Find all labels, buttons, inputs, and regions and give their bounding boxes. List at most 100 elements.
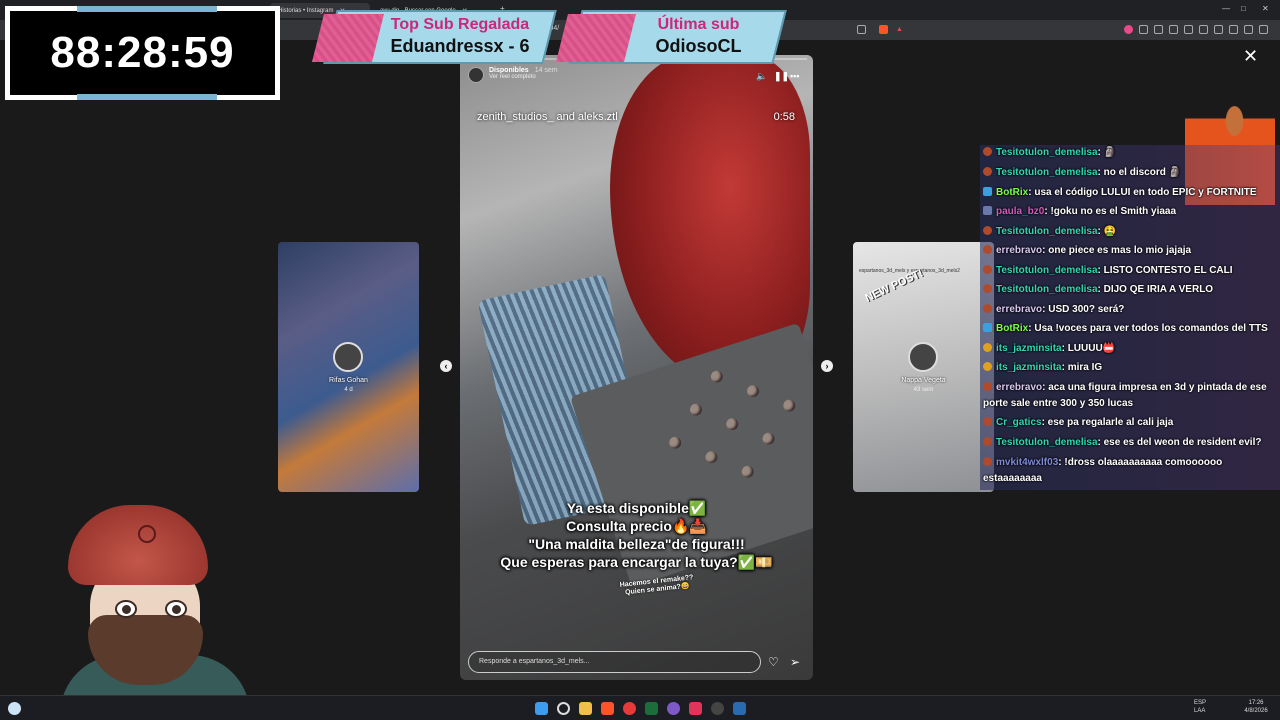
media-icon[interactable] (623, 702, 636, 715)
avatar-eye (115, 600, 137, 618)
file-explorer-icon[interactable] (579, 702, 592, 715)
chat-username[interactable]: paula_bz0 (996, 206, 1044, 217)
story-username: Rifas Gohan (329, 377, 368, 384)
weather-icon[interactable] (8, 702, 21, 715)
rivet (703, 449, 720, 465)
start-icon[interactable] (535, 702, 548, 715)
sidebar-icon[interactable] (1169, 25, 1178, 34)
chat-username[interactable]: Tesitotulon_demelisa (996, 437, 1098, 448)
language[interactable]: ESP (1194, 700, 1206, 706)
minimize-button[interactable]: — (1222, 4, 1230, 13)
reel-title: zenith_studios_ and aleks.ztl (477, 111, 618, 123)
story-avatar (333, 342, 363, 372)
download-icon[interactable] (1214, 25, 1223, 34)
next-story-preview[interactable]: espartanos_3d_mels y espartanos_3d_mels2… (853, 242, 994, 492)
chat-username[interactable]: Cr_gatics (996, 417, 1042, 428)
chat-username[interactable]: errebravo (996, 304, 1042, 315)
story-header: Disponibles 14 sem Ver reel completo (468, 67, 558, 83)
chat-username[interactable]: Tesitotulon_demelisa (996, 284, 1098, 295)
send-icon[interactable]: ➢ (790, 655, 800, 669)
obs-icon[interactable] (711, 702, 724, 715)
user-badge-icon (983, 167, 992, 176)
heart-icon[interactable]: ♡ (768, 655, 779, 669)
avatar-hat (68, 505, 208, 585)
app-icon[interactable] (689, 702, 702, 715)
avatar-eye (165, 600, 187, 618)
story-time: 14 sem (534, 67, 558, 74)
mod-badge-icon (983, 323, 992, 332)
steam-icon[interactable] (733, 702, 746, 715)
rivet (740, 464, 756, 480)
chat-icon[interactable] (1139, 25, 1148, 34)
extension-icon[interactable] (1124, 25, 1133, 34)
user-badge-icon (983, 147, 992, 156)
user-badge-icon (983, 284, 992, 293)
chat-text: : ese pa regalarle al cali jaja (1041, 417, 1174, 428)
sub-badge-icon (983, 206, 992, 215)
user-badge-icon (983, 245, 992, 254)
warning-icon[interactable]: ▲ (896, 26, 903, 33)
chat-message: Tesitotulon_demelisa: DIJO QE IRIA A VER… (983, 282, 1279, 298)
user-badge-icon (983, 382, 992, 391)
region[interactable]: LAA (1194, 708, 1205, 714)
close-window-button[interactable]: ✕ (1262, 4, 1269, 13)
chat-username[interactable]: errebravo (996, 245, 1042, 256)
chevron-left-icon[interactable]: ‹ (440, 360, 452, 372)
chat-username[interactable]: Tesitotulon_demelisa (996, 147, 1098, 158)
last-sub-title: Última sub (657, 16, 740, 33)
chat-username[interactable]: mvkit4wxlf03 (996, 457, 1058, 468)
clock-time[interactable]: 17:26 (1238, 700, 1274, 706)
chat-text: : LISTO CONTESTO EL CALI (1097, 265, 1233, 276)
rivet (724, 416, 740, 432)
top-sub-title: Top Sub Regalada (390, 16, 530, 33)
vip-badge-icon (983, 362, 992, 371)
menu-icon[interactable] (1259, 25, 1268, 34)
more-icon[interactable]: ••• (790, 71, 799, 81)
chat-text: : 🗿 (1097, 147, 1117, 158)
chat-text: : !goku no es el Smith yiaaa (1044, 206, 1177, 217)
puzzle-icon[interactable] (1154, 25, 1163, 34)
reply-input[interactable]: Responde a espartanos_3d_mels... (468, 651, 761, 673)
discord-icon[interactable] (667, 702, 680, 715)
brave-shield-icon[interactable] (879, 25, 888, 34)
chat-username[interactable]: BotRix (996, 323, 1028, 334)
chat-username[interactable]: Tesitotulon_demelisa (996, 265, 1098, 276)
rivet (688, 402, 704, 418)
close-icon[interactable]: ✕ (1243, 46, 1258, 67)
chat-username[interactable]: BotRix (996, 187, 1028, 198)
chevron-right-icon[interactable]: › (821, 360, 833, 372)
screen-cast-icon[interactable] (857, 25, 866, 34)
wallet-icon[interactable] (1199, 25, 1208, 34)
bookmark-icon[interactable] (1184, 25, 1193, 34)
shield-icon[interactable] (1244, 25, 1253, 34)
app-icon[interactable] (645, 702, 658, 715)
story-username[interactable]: Disponibles (489, 67, 529, 74)
chat-username[interactable]: its_jazminsita (996, 343, 1062, 354)
chat-username[interactable]: Tesitotulon_demelisa (996, 226, 1098, 237)
chat-username[interactable]: errebravo (996, 382, 1042, 393)
story-viewer[interactable]: Disponibles 14 sem Ver reel completo 🔈 ❚❚… (460, 55, 813, 680)
chat-text: : LUUUU📛 (1061, 343, 1116, 354)
previous-story-preview[interactable]: Rifas Gohan 4 d (278, 242, 419, 492)
pause-icon[interactable]: ❚❚ (774, 71, 789, 82)
caption-line: Consulta precio🔥📥 (566, 518, 707, 534)
chat-username[interactable]: its_jazminsita (996, 362, 1062, 373)
rivet (781, 398, 797, 414)
chat-text: : no el discord 🗿 (1097, 167, 1182, 178)
caption-line: "Una maldita belleza"de figura!!! (528, 536, 745, 552)
vpn-icon[interactable] (1229, 25, 1238, 34)
mod-badge-icon (983, 187, 992, 196)
chat-username[interactable]: Tesitotulon_demelisa (996, 167, 1098, 178)
story-avatar[interactable] (468, 67, 484, 83)
maximize-button[interactable]: □ (1241, 4, 1246, 13)
view-full-reel-link[interactable]: Ver reel completo (489, 74, 558, 80)
last-sub-name: OdiosoCL (655, 36, 742, 56)
story-time: 4 d (344, 387, 353, 393)
volume-icon[interactable]: 🔈 (756, 71, 767, 82)
clock-date[interactable]: 4/8/2026 (1238, 708, 1274, 714)
chat-message: Tesitotulon_demelisa: 🗿 (983, 145, 1279, 161)
rivet (709, 369, 725, 385)
tab-label: Historias • Instagram (278, 7, 334, 14)
brave-icon[interactable] (601, 702, 614, 715)
search-icon[interactable] (557, 702, 570, 715)
